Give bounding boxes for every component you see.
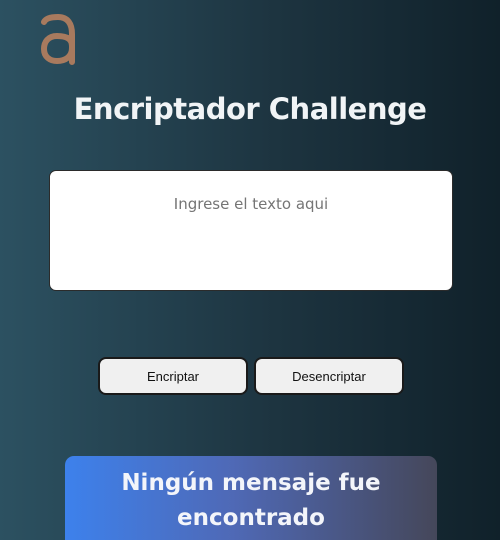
page-title: Encriptador Challenge bbox=[73, 92, 427, 126]
no-message-text: Ningún mensaje fue encontrado bbox=[121, 470, 381, 531]
decrypt-button[interactable]: Desencriptar bbox=[254, 357, 404, 395]
output-panel: Ningún mensaje fue encontrado bbox=[65, 456, 437, 540]
encrypt-button[interactable]: Encriptar bbox=[98, 357, 248, 395]
text-input[interactable] bbox=[49, 170, 453, 291]
logo-icon bbox=[38, 13, 78, 66]
